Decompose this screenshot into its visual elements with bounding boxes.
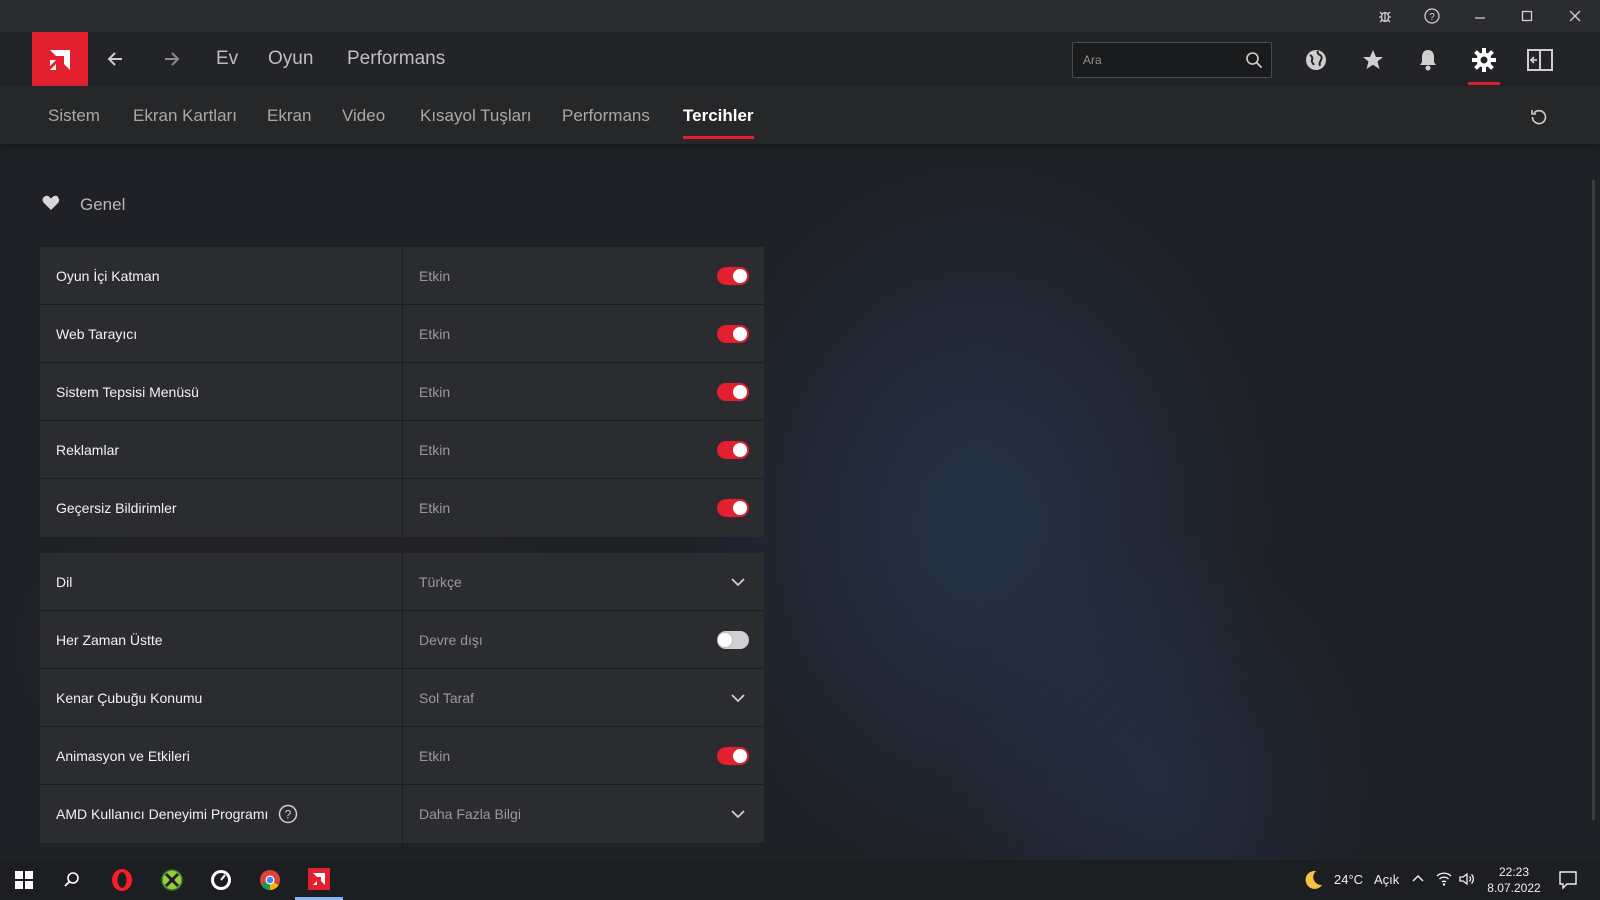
- setting-label: Dil: [40, 553, 403, 610]
- section-title: Genel: [80, 195, 126, 214]
- clock-time: 22:23: [1498, 865, 1530, 879]
- close-icon[interactable]: [1552, 0, 1598, 32]
- back-arrow-icon[interactable]: [98, 42, 132, 76]
- windows-start-icon[interactable]: [0, 860, 48, 900]
- help-icon[interactable]: ?: [1409, 0, 1455, 32]
- sidebar-toggle-icon[interactable]: [1520, 42, 1560, 78]
- setting-value: Devre dışı: [419, 631, 483, 648]
- setting-label: Web Tarayıcı: [40, 305, 403, 362]
- reset-icon[interactable]: [1524, 102, 1554, 132]
- chevron-up-icon[interactable]: [1411, 872, 1425, 891]
- windows-taskbar: 24°C Açık 22:23 8.07.2022: [0, 860, 1600, 900]
- tab-performance[interactable]: Performans: [562, 106, 650, 126]
- nav-performance[interactable]: Performans: [347, 48, 445, 70]
- heart-icon: [42, 195, 60, 216]
- tab-video[interactable]: Video: [342, 106, 385, 126]
- setting-row-animation-effects: Animasyon ve Etkileri Etkin: [40, 727, 764, 785]
- in-game-overlay-toggle[interactable]: [717, 267, 749, 285]
- star-icon[interactable]: [1353, 42, 1393, 78]
- chevron-down-icon[interactable]: [730, 690, 746, 709]
- maximize-icon[interactable]: [1504, 0, 1550, 32]
- wifi-icon[interactable]: [1436, 872, 1452, 891]
- setting-label: Reklamlar: [40, 421, 403, 478]
- weather-description[interactable]: Açık: [1374, 872, 1399, 887]
- invalid-notifications-toggle[interactable]: [717, 499, 749, 517]
- setting-value: Etkin: [419, 441, 451, 458]
- setting-value: Etkin: [419, 383, 451, 400]
- forward-arrow-icon[interactable]: [155, 42, 189, 76]
- setting-row-invalid-notifications: Geçersiz Bildirimler Etkin: [40, 479, 764, 537]
- search-icon[interactable]: [1245, 51, 1263, 74]
- nav-home[interactable]: Ev: [216, 48, 238, 70]
- chevron-down-icon[interactable]: [730, 574, 746, 593]
- setting-row-always-on-top: Her Zaman Üstte Devre dışı: [40, 611, 764, 669]
- settings-gear-icon[interactable]: [1464, 42, 1504, 78]
- setting-label: Sistem Tepsisi Menüsü: [40, 363, 403, 420]
- weather-temperature[interactable]: 24°C: [1334, 872, 1363, 887]
- clock-date: 8.07.2022: [1487, 881, 1541, 895]
- setting-row-advertisements: Reklamlar Etkin: [40, 421, 764, 479]
- settings-group-general: Oyun İçi Katman Etkin Web Tarayıcı Etkin…: [40, 247, 764, 537]
- animation-effects-toggle[interactable]: [717, 747, 749, 765]
- svg-text:?: ?: [1429, 12, 1435, 23]
- tab-system[interactable]: Sistem: [48, 106, 100, 126]
- setting-label: Her Zaman Üstte: [40, 611, 403, 668]
- moon-weather-icon[interactable]: [1302, 869, 1324, 896]
- setting-value: Türkçe: [419, 573, 462, 590]
- setting-row-in-game-overlay: Oyun İçi Katman Etkin: [40, 247, 764, 305]
- search-box: [1072, 42, 1272, 78]
- question-circle-icon[interactable]: ?: [278, 804, 298, 824]
- scrollbar[interactable]: [1592, 180, 1595, 820]
- active-tab-indicator: [683, 136, 754, 139]
- setting-label: Oyun İçi Katman: [40, 247, 403, 304]
- setting-row-user-experience-program[interactable]: AMD Kullanıcı Deneyimi Programı ? Daha F…: [40, 785, 764, 843]
- minimize-icon[interactable]: [1457, 0, 1503, 32]
- notification-center-icon[interactable]: [1558, 870, 1578, 895]
- web-browser-toggle[interactable]: [717, 325, 749, 343]
- tab-preferences[interactable]: Tercihler: [683, 106, 754, 126]
- setting-row-sidebar-position[interactable]: Kenar Çubuğu Konumu Sol Taraf: [40, 669, 764, 727]
- setting-row-language[interactable]: Dil Türkçe: [40, 553, 764, 611]
- settings-active-indicator: [1468, 82, 1500, 85]
- amd-logo[interactable]: [32, 32, 88, 88]
- search-input[interactable]: [1083, 43, 1233, 77]
- globe-icon[interactable]: [1296, 42, 1336, 78]
- setting-label: Kenar Çubuğu Konumu: [40, 669, 403, 726]
- setting-label: Geçersiz Bildirimler: [40, 479, 403, 537]
- setting-value: Etkin: [419, 325, 451, 342]
- speedometer-app-icon[interactable]: [197, 860, 245, 900]
- setting-value: Etkin: [419, 267, 451, 284]
- bug-report-icon[interactable]: [1362, 0, 1408, 32]
- always-on-top-toggle[interactable]: [717, 631, 749, 649]
- amd-software-taskbar-icon[interactable]: [295, 860, 343, 900]
- svg-text:?: ?: [285, 808, 292, 822]
- chrome-icon[interactable]: [246, 860, 294, 900]
- taskbar-clock[interactable]: 22:23 8.07.2022: [1480, 864, 1548, 896]
- section-heading: Genel: [42, 193, 125, 217]
- tab-hotkeys[interactable]: Kısayol Tuşları: [420, 106, 532, 126]
- title-bar: ?: [0, 0, 1600, 32]
- volume-icon[interactable]: [1459, 872, 1475, 891]
- setting-value: Etkin: [419, 500, 451, 516]
- search-icon[interactable]: [48, 860, 96, 900]
- tab-display[interactable]: Ekran: [267, 106, 311, 126]
- setting-label: AMD Kullanıcı Deneyimi Programı: [56, 806, 269, 822]
- bell-icon[interactable]: [1408, 42, 1448, 78]
- settings-group-interface: Dil Türkçe Her Zaman Üstte Devre dışı Ke…: [40, 553, 764, 843]
- xbox-icon[interactable]: [148, 860, 196, 900]
- opera-browser-icon[interactable]: [98, 860, 146, 900]
- app-header: Ev Oyun Performans: [0, 32, 1600, 88]
- system-tray-menu-toggle[interactable]: [717, 383, 749, 401]
- setting-row-system-tray-menu: Sistem Tepsisi Menüsü Etkin: [40, 363, 764, 421]
- advertisements-toggle[interactable]: [717, 441, 749, 459]
- settings-tabs: Sistem Ekran Kartları Ekran Video Kısayo…: [0, 86, 1600, 144]
- chevron-down-icon[interactable]: [730, 806, 746, 825]
- setting-row-web-browser: Web Tarayıcı Etkin: [40, 305, 764, 363]
- setting-value: Daha Fazla Bilgi: [419, 806, 521, 822]
- tab-graphics-cards[interactable]: Ekran Kartları: [133, 106, 237, 126]
- nav-gaming[interactable]: Oyun: [268, 48, 313, 70]
- setting-label: Animasyon ve Etkileri: [40, 727, 403, 784]
- setting-value: Sol Taraf: [419, 689, 474, 706]
- setting-value: Etkin: [419, 747, 451, 764]
